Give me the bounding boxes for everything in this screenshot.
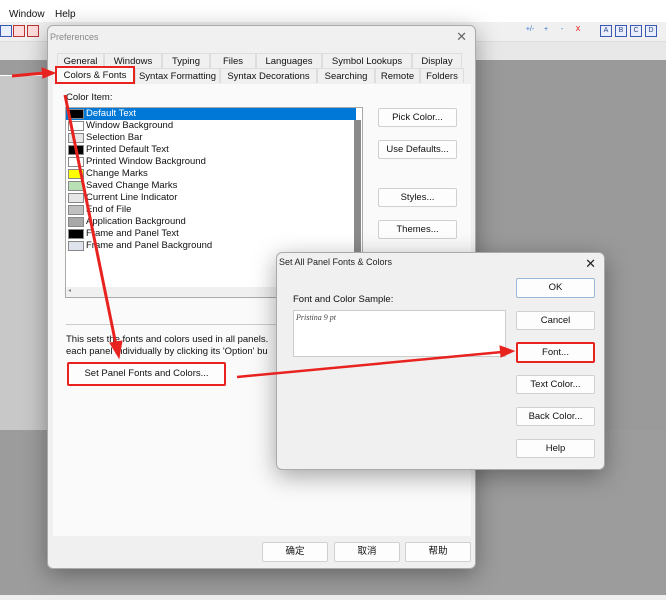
back-color-button[interactable]: Back Color... bbox=[516, 407, 595, 426]
themes-button[interactable]: Themes... bbox=[378, 220, 457, 239]
color-item[interactable]: Application Background bbox=[68, 216, 354, 228]
menu-window[interactable]: Window bbox=[9, 9, 45, 20]
font-button[interactable]: Font... bbox=[516, 342, 595, 363]
color-item-label: Frame and Panel Background bbox=[86, 240, 213, 251]
letter-d-icon[interactable]: D bbox=[645, 25, 657, 37]
close-icon[interactable]: ✕ bbox=[585, 256, 596, 272]
add-icon[interactable]: +/- bbox=[524, 25, 536, 37]
color-item-label: Default Text bbox=[86, 108, 136, 119]
color-item[interactable]: End of File bbox=[68, 204, 354, 216]
menu-bar: Window Help bbox=[0, 0, 666, 22]
help-button[interactable]: 帮助 bbox=[405, 542, 471, 562]
tab-folders[interactable]: Folders bbox=[420, 68, 464, 83]
tab-syntax-formatting[interactable]: Syntax Formatting bbox=[135, 68, 220, 83]
left-pane bbox=[0, 75, 47, 430]
tab-symbol-lookups[interactable]: Symbol Lookups bbox=[322, 53, 412, 68]
download-icon[interactable] bbox=[27, 25, 39, 37]
menu-help[interactable]: Help bbox=[55, 9, 76, 20]
color-item-label: Selection Bar bbox=[86, 132, 143, 143]
use-defaults-button[interactable]: Use Defaults... bbox=[378, 140, 457, 159]
color-item-label: Change Marks bbox=[86, 168, 148, 179]
status-bar bbox=[0, 595, 666, 600]
color-item[interactable]: Frame and Panel Background bbox=[68, 240, 354, 252]
set-panel-fonts-colors-button[interactable]: Set Panel Fonts and Colors... bbox=[67, 362, 226, 386]
color-item-label: Color Item: bbox=[66, 92, 113, 103]
color-swatch bbox=[68, 181, 84, 191]
color-swatch bbox=[68, 145, 84, 155]
upload-icon[interactable] bbox=[13, 25, 25, 37]
color-item[interactable]: Default Text bbox=[68, 108, 354, 120]
letter-a-icon[interactable]: A bbox=[600, 25, 612, 37]
font-sample-box: Pristina 9 pt bbox=[293, 310, 506, 357]
subtract-icon[interactable]: - bbox=[556, 25, 568, 37]
color-swatch bbox=[68, 193, 84, 203]
tab-display[interactable]: Display bbox=[412, 53, 462, 68]
color-swatch bbox=[68, 229, 84, 239]
sample-label: Font and Color Sample: bbox=[293, 294, 394, 305]
tab-syntax-decorations[interactable]: Syntax Decorations bbox=[220, 68, 317, 83]
tab-files[interactable]: Files bbox=[210, 53, 256, 68]
tab-remote[interactable]: Remote bbox=[375, 68, 420, 83]
color-item[interactable]: Saved Change Marks bbox=[68, 180, 354, 192]
pick-color-button[interactable]: Pick Color... bbox=[378, 108, 457, 127]
delete-icon[interactable]: X bbox=[572, 25, 584, 37]
description-line-2: each panel individually by clicking its … bbox=[66, 346, 268, 357]
dialog-ok-button[interactable]: OK bbox=[516, 278, 595, 298]
text-color-button[interactable]: Text Color... bbox=[516, 375, 595, 394]
find-icon[interactable] bbox=[0, 25, 12, 37]
color-item-label: Printed Window Background bbox=[86, 156, 206, 167]
color-item-label: Frame and Panel Text bbox=[86, 228, 179, 239]
color-item[interactable]: Printed Window Background bbox=[68, 156, 354, 168]
close-icon[interactable]: ✕ bbox=[456, 29, 467, 45]
color-swatch bbox=[68, 169, 84, 179]
color-item[interactable]: Change Marks bbox=[68, 168, 354, 180]
color-swatch bbox=[68, 133, 84, 143]
color-swatch bbox=[68, 205, 84, 215]
color-item-label: Window Background bbox=[86, 120, 174, 131]
dialog-title: Set All Panel Fonts & Colors bbox=[279, 257, 393, 267]
description-line-1: This sets the fonts and colors used in a… bbox=[66, 334, 269, 345]
color-swatch bbox=[68, 121, 84, 131]
color-swatch bbox=[68, 109, 84, 119]
dialog-help-button[interactable]: Help bbox=[516, 439, 595, 458]
color-item[interactable]: Frame and Panel Text bbox=[68, 228, 354, 240]
tab-colors-fonts[interactable]: Colors & Fonts bbox=[55, 66, 135, 84]
color-item-label: Current Line Indicator bbox=[86, 192, 178, 203]
color-item[interactable]: Selection Bar bbox=[68, 132, 354, 144]
sample-text: Pristina 9 pt bbox=[296, 313, 337, 322]
dialog-title: Preferences bbox=[50, 32, 99, 42]
tab-languages[interactable]: Languages bbox=[256, 53, 322, 68]
cancel-button[interactable]: 取消 bbox=[334, 542, 400, 562]
color-item[interactable]: Current Line Indicator bbox=[68, 192, 354, 204]
dialog-cancel-button[interactable]: Cancel bbox=[516, 311, 595, 330]
color-swatch bbox=[68, 157, 84, 167]
set-all-panel-fonts-dialog: Set All Panel Fonts & Colors ✕ Font and … bbox=[276, 252, 605, 470]
tab-typing[interactable]: Typing bbox=[162, 53, 210, 68]
color-item-label: Application Background bbox=[86, 216, 186, 227]
color-swatch bbox=[68, 241, 84, 251]
styles-button[interactable]: Styles... bbox=[378, 188, 457, 207]
color-item-label: Saved Change Marks bbox=[86, 180, 178, 191]
color-item[interactable]: Printed Default Text bbox=[68, 144, 354, 156]
letter-b-icon[interactable]: B bbox=[615, 25, 627, 37]
insert-icon[interactable]: + bbox=[540, 25, 552, 37]
tab-searching[interactable]: Searching bbox=[317, 68, 375, 83]
ok-button[interactable]: 确定 bbox=[262, 542, 328, 562]
color-swatch bbox=[68, 217, 84, 227]
color-item[interactable]: Window Background bbox=[68, 120, 354, 132]
color-item-label: Printed Default Text bbox=[86, 144, 169, 155]
letter-c-icon[interactable]: C bbox=[630, 25, 642, 37]
color-item-label: End of File bbox=[86, 204, 132, 215]
